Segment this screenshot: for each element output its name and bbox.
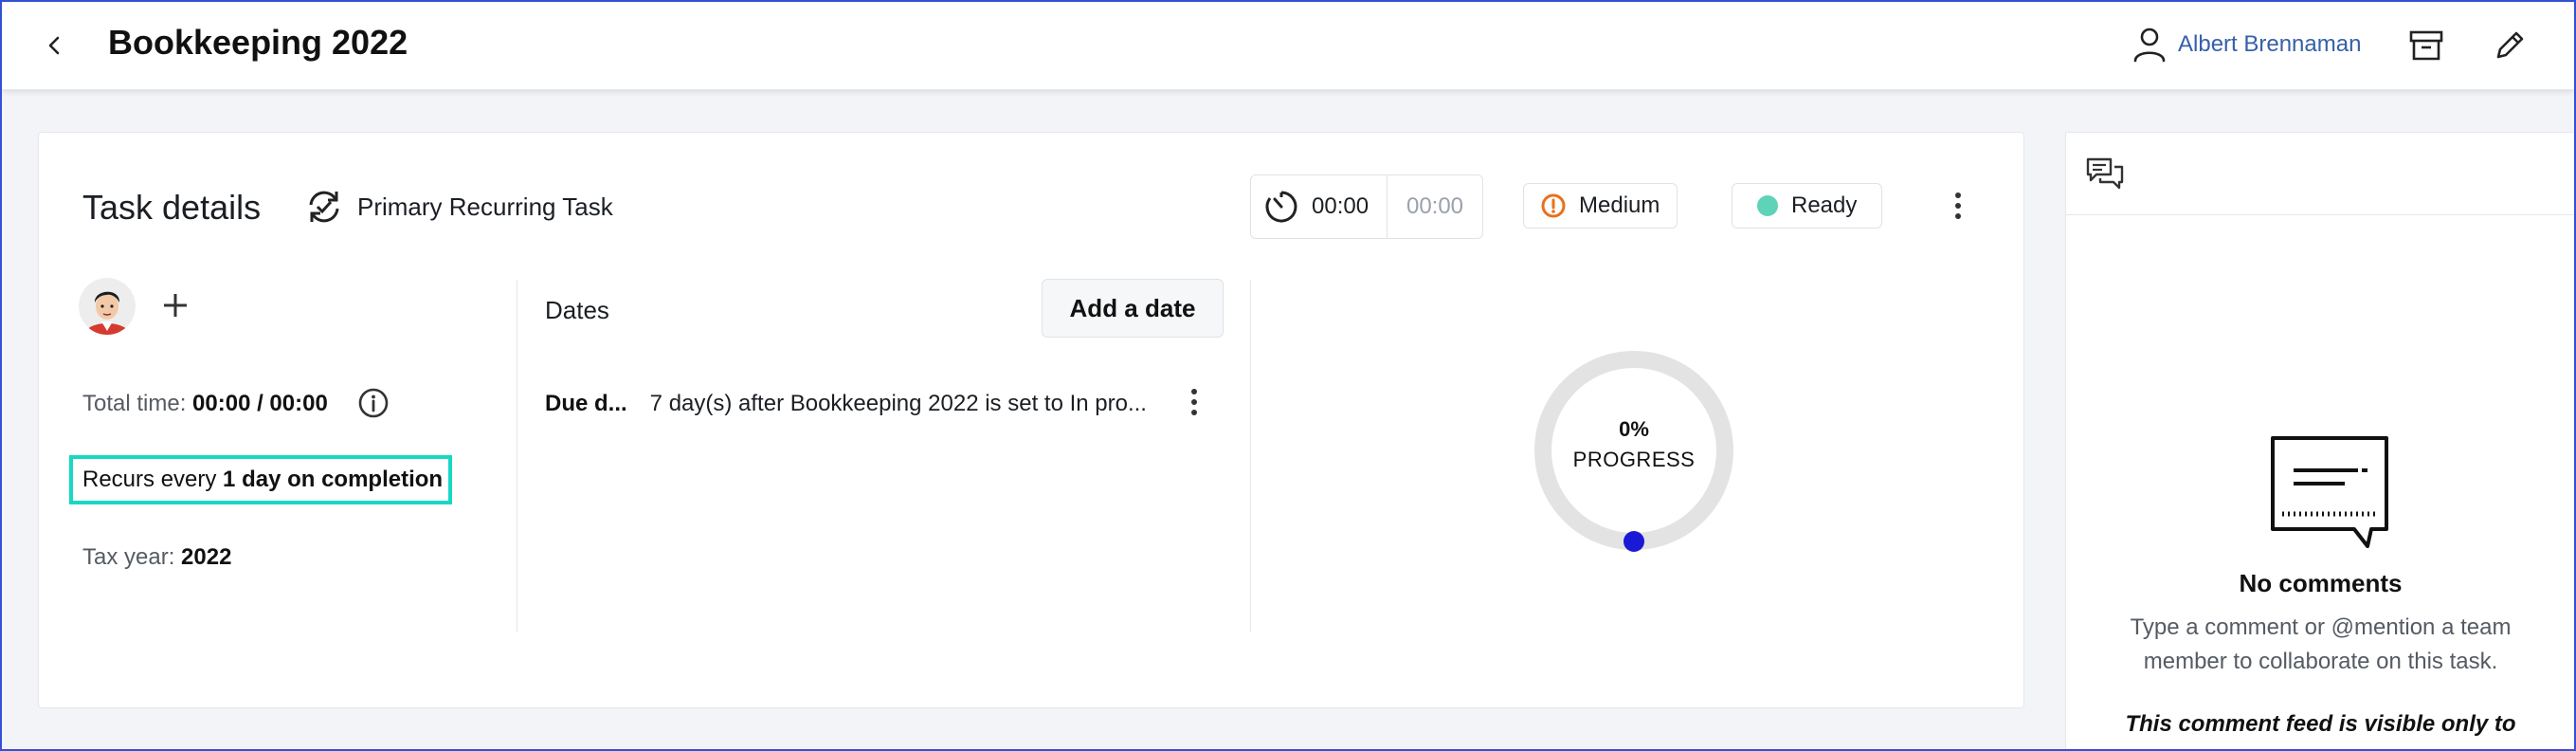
date-row-menu-button[interactable] bbox=[1180, 383, 1208, 421]
date-row[interactable]: Due d... 7 day(s) after Bookkeeping 2022… bbox=[545, 391, 1147, 417]
archive-icon bbox=[2409, 30, 2443, 61]
recurrence-summary: Recurs every 1 day on completion bbox=[69, 455, 452, 504]
kebab-dot bbox=[1955, 213, 1961, 219]
recurring-icon bbox=[309, 191, 339, 223]
tax-year-label: Tax year: bbox=[82, 544, 175, 570]
user-icon bbox=[2133, 27, 2166, 63]
time-estimate-field[interactable]: 00:00 bbox=[1388, 175, 1482, 238]
progress-indicator bbox=[1624, 531, 1644, 552]
user-name: Albert Brennaman bbox=[2178, 31, 2362, 57]
info-button[interactable] bbox=[357, 387, 390, 419]
tax-year-value: 2022 bbox=[181, 544, 232, 570]
recurs-value: 1 day on completion bbox=[223, 467, 444, 492]
kebab-dot bbox=[1955, 192, 1961, 198]
kebab-dot bbox=[1191, 389, 1197, 394]
pencil-icon bbox=[2496, 31, 2524, 59]
chevron-left-icon bbox=[48, 36, 60, 55]
task-details-card: Task details Primary Recurring Task 00:0… bbox=[38, 132, 2024, 708]
add-assignee-button[interactable] bbox=[156, 286, 194, 324]
empty-state-description: Type a comment or @mention a team member… bbox=[2130, 614, 2512, 674]
info-icon bbox=[358, 388, 389, 418]
comments-panel: No comments Type a comment or @mention a… bbox=[2065, 132, 2575, 751]
back-button[interactable] bbox=[38, 28, 72, 63]
kebab-dot bbox=[1191, 399, 1197, 405]
tax-year: Tax year: 2022 bbox=[82, 544, 231, 571]
kebab-dot bbox=[1191, 410, 1197, 415]
add-date-button[interactable]: Add a date bbox=[1042, 279, 1224, 338]
assignee-link[interactable]: Albert Brennaman bbox=[2132, 27, 2361, 63]
empty-comments-illustration bbox=[2271, 436, 2388, 548]
progress-label: PROGRESS bbox=[1572, 448, 1696, 471]
kebab-dot bbox=[1955, 203, 1961, 209]
status-label: Ready bbox=[1791, 192, 1858, 218]
stopwatch-icon bbox=[1265, 191, 1297, 223]
visibility-note: This comment feed is visible only to bbox=[2125, 711, 2516, 737]
page-title: Bookkeeping 2022 bbox=[108, 23, 408, 62]
total-time-label: Total time: bbox=[82, 391, 187, 416]
archive-button[interactable] bbox=[2407, 27, 2445, 64]
priority-label: Medium bbox=[1579, 192, 1660, 218]
section-title: Task details bbox=[82, 188, 262, 227]
timer-start-button[interactable]: 00:00 bbox=[1251, 175, 1388, 238]
comments-header bbox=[2066, 133, 2575, 215]
recurring-task-label: Primary Recurring Task bbox=[357, 192, 613, 221]
timer-elapsed: 00:00 bbox=[1312, 193, 1370, 219]
recurring-task-indicator[interactable]: Primary Recurring Task bbox=[304, 188, 613, 226]
total-time-value: 00:00 / 00:00 bbox=[192, 391, 328, 416]
progress-percent: 0% bbox=[1619, 417, 1649, 441]
status-dropdown[interactable]: Ready bbox=[1732, 183, 1883, 229]
edit-button[interactable] bbox=[2491, 27, 2529, 64]
more-options-button[interactable] bbox=[1944, 187, 1972, 225]
recurs-prefix: Recurs every bbox=[82, 467, 217, 492]
status-dot bbox=[1757, 195, 1778, 216]
date-row-label: Due d... bbox=[545, 391, 627, 416]
assignee-avatar[interactable] bbox=[79, 278, 136, 335]
dates-heading: Dates bbox=[545, 296, 609, 324]
top-header: Bookkeeping 2022 Albert Brennaman bbox=[2, 2, 2574, 90]
priority-dropdown[interactable]: Medium bbox=[1523, 183, 1678, 229]
comments-icon[interactable] bbox=[2085, 156, 2125, 193]
empty-state-title: No comments bbox=[2239, 569, 2403, 597]
date-row-description: 7 day(s) after Bookkeeping 2022 is set t… bbox=[649, 391, 1147, 416]
plus-icon bbox=[164, 294, 187, 317]
avatar-illustration bbox=[79, 278, 136, 335]
warning-circle-icon bbox=[1541, 193, 1566, 218]
total-time: Total time: 00:00 / 00:00 bbox=[82, 391, 328, 417]
column-divider bbox=[1250, 280, 1251, 632]
time-tracker: 00:00 00:00 bbox=[1250, 174, 1483, 239]
